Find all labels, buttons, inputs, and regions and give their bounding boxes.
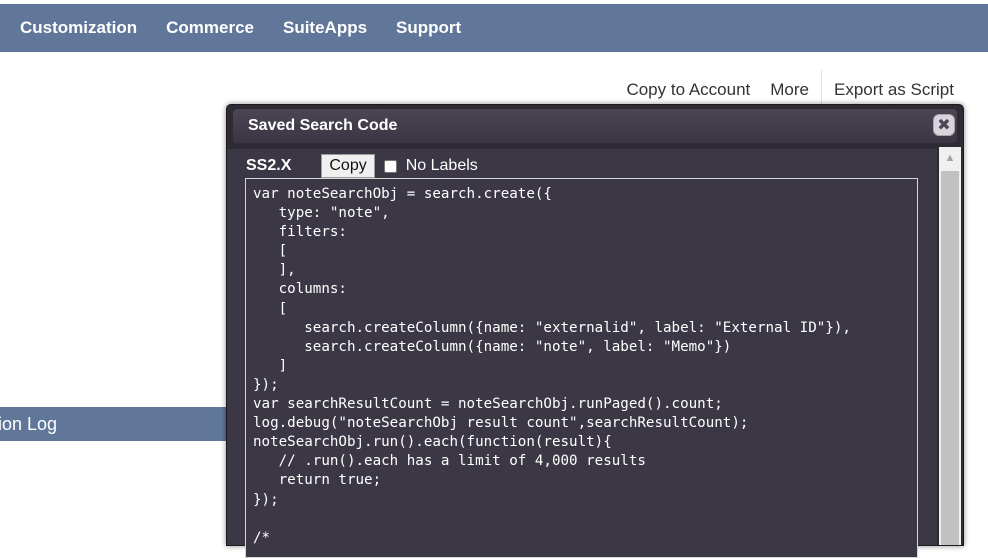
nav-item-customization[interactable]: Customization — [20, 18, 137, 38]
dialog-header[interactable]: Saved Search Code ✖ — [233, 109, 957, 143]
nav-item-commerce[interactable]: Commerce — [166, 18, 254, 38]
sidebar-item-label: tion Log — [0, 413, 58, 434]
code-text: var noteSearchObj = search.create({ type… — [253, 186, 851, 546]
top-navigation-bar: Customization Commerce SuiteApps Support — [0, 4, 988, 52]
code-textarea[interactable]: var noteSearchObj = search.create({ type… — [245, 178, 918, 558]
scrollbar-thumb[interactable] — [941, 171, 959, 545]
saved-search-code-dialog: Saved Search Code ✖ SS2.X Copy No Labels… — [226, 104, 964, 558]
no-labels-checkbox[interactable] — [383, 159, 397, 173]
version-label: SS2.X — [246, 157, 292, 174]
vertical-scrollbar[interactable]: ▲ — [939, 147, 961, 545]
copy-button[interactable]: Copy — [321, 154, 375, 178]
more-menu[interactable]: More — [770, 80, 809, 100]
dialog-content: SS2.X Copy No Labels var noteSearchObj =… — [227, 149, 937, 558]
no-labels-label: No Labels — [405, 157, 478, 174]
close-icon[interactable]: ✖ — [933, 114, 955, 136]
dialog-title: Saved Search Code — [248, 117, 398, 134]
code-toolbar: SS2.X Copy No Labels — [246, 153, 478, 179]
nav-item-suiteapps[interactable]: SuiteApps — [283, 18, 367, 38]
scroll-up-arrow-icon[interactable]: ▲ — [939, 147, 961, 169]
nav-item-support[interactable]: Support — [396, 18, 461, 38]
sidebar-item-execution-log[interactable]: tion Log — [0, 407, 226, 441]
export-as-script-link[interactable]: Export as Script — [834, 80, 954, 100]
copy-to-account-link[interactable]: Copy to Account — [626, 80, 750, 100]
